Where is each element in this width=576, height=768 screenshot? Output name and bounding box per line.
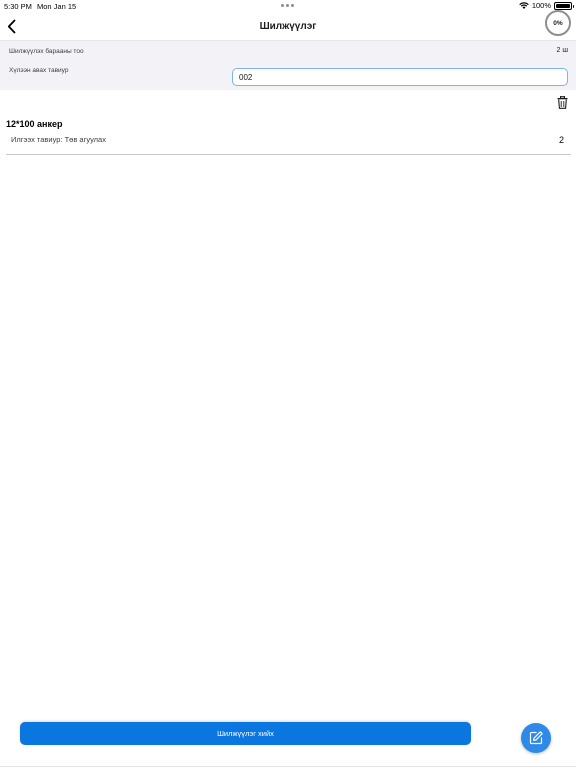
receiving-shelf-input[interactable] (232, 68, 568, 86)
edit-pencil-icon (529, 731, 543, 745)
transfer-summary-panel: Шилжүүлэх барааны тоо 2 ш Хүлээн авах та… (0, 40, 576, 90)
status-indicators: 100% (519, 1, 574, 10)
navigation-bar: Шилжүүлэг (0, 12, 576, 40)
quantity-value: 2 ш (556, 47, 568, 54)
receiving-shelf-label: Хүлээн авах тавиур (9, 67, 69, 74)
quantity-label: Шилжүүлэх барааны тоо (9, 48, 84, 55)
list-item[interactable]: 12*100 анкер Илгээх тавиур: Төв агуулах … (6, 114, 571, 155)
item-name: 12*100 анкер (6, 119, 63, 129)
battery-percent: 100% (531, 1, 551, 10)
transfer-button[interactable]: Шилжүүлэг хийх (20, 722, 471, 745)
edit-button[interactable] (521, 723, 551, 753)
page-title: Шилжүүлэг (259, 21, 317, 32)
status-date: Mon Jan 15 (37, 2, 77, 11)
item-quantity: 2 (558, 135, 564, 145)
status-bar: 5:30 PM Mon Jan 15 100% (0, 0, 576, 12)
trash-icon (557, 95, 567, 109)
item-sender-shelf: Илгээх тавиур: Төв агуулах (11, 135, 106, 144)
progress-indicator: 0% (545, 10, 571, 36)
bottom-divider (0, 766, 576, 767)
wifi-icon (519, 1, 529, 9)
battery-icon (554, 1, 574, 10)
multitasking-dots-icon[interactable] (281, 4, 294, 7)
delete-button[interactable] (556, 95, 568, 109)
status-time: 5:30 PM (4, 2, 32, 11)
